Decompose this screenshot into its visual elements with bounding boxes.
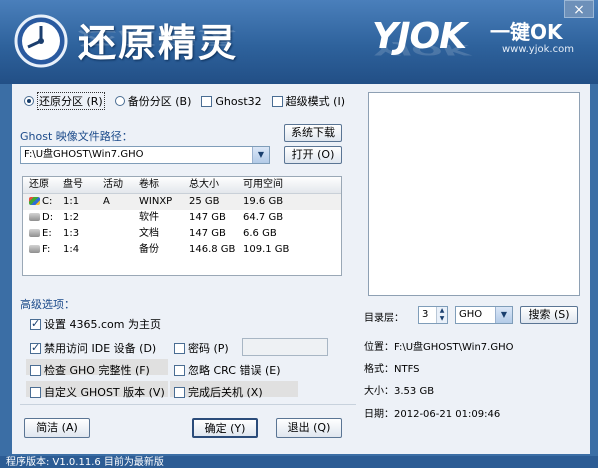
search-button[interactable]: 搜索 (S) bbox=[520, 306, 578, 324]
dir-level-value: 3 bbox=[422, 309, 429, 320]
file-date: 日期：2012-06-21 01:09:46 bbox=[364, 409, 501, 420]
checkbox-checked-icon bbox=[30, 341, 41, 354]
table-header: 还原 盘号 活动 卷标 总大小 可用空间 bbox=[23, 177, 341, 194]
disable-ide-checkbox[interactable]: 禁用访问 IDE 设备 (D) bbox=[30, 340, 156, 356]
spinner-arrows-icon[interactable]: ▲ ▼ bbox=[436, 307, 447, 323]
simple-mode-button[interactable]: 简洁 (A) bbox=[24, 418, 90, 438]
checkbox-unchecked-icon bbox=[271, 95, 283, 107]
checkbox-unchecked-icon bbox=[174, 342, 185, 354]
dir-level-label: 目录层： bbox=[364, 313, 404, 324]
app-title-reflection: 还原精灵 bbox=[78, 28, 239, 48]
table-row[interactable]: C: 1:1 A WINXP 25 GB 19.6 GB bbox=[23, 194, 341, 210]
image-path-label: Ghost 映像文件路径： bbox=[20, 130, 133, 143]
status-bar: 程序版本: V1.0.11.6 目前为最新版 bbox=[0, 456, 598, 468]
chevron-down-icon[interactable]: ▼ bbox=[252, 147, 269, 163]
clock-logo-icon bbox=[14, 14, 68, 68]
ok-button[interactable]: 确定 (Y) bbox=[192, 418, 258, 438]
file-type-combo[interactable]: GHO ▼ bbox=[455, 306, 513, 324]
partition-table: 还原 盘号 活动 卷标 总大小 可用空间 C: 1:1 A WINXP 25 G… bbox=[22, 176, 342, 276]
mode-options: 还原分区 (R) 备份分区 (B) Ghost32 超级模式 (I) bbox=[24, 92, 355, 110]
brand-url: www.yjok.com bbox=[502, 44, 574, 55]
password-input[interactable] bbox=[242, 338, 328, 356]
chevron-down-icon[interactable]: ▼ bbox=[495, 307, 512, 323]
windows-drive-icon bbox=[29, 197, 40, 205]
checkbox-unchecked-icon bbox=[174, 364, 185, 376]
checkbox-checked-icon bbox=[30, 317, 41, 330]
file-format: 格式：NTFS bbox=[364, 364, 420, 375]
shutdown-after-checkbox[interactable]: 完成后关机 (X) bbox=[174, 384, 263, 400]
system-download-button[interactable]: 系统下载 bbox=[284, 124, 342, 142]
checkbox-unchecked-icon bbox=[30, 386, 41, 398]
column-header[interactable]: 可用空间 bbox=[243, 177, 303, 193]
drive-icon bbox=[29, 229, 40, 237]
brand-logo-reflection: YJOK bbox=[372, 41, 470, 58]
file-size: 大小：3.53 GB bbox=[364, 386, 435, 397]
preview-box bbox=[368, 92, 580, 296]
open-button[interactable]: 打开 (O) bbox=[284, 146, 342, 164]
exit-button[interactable]: 退出 (Q) bbox=[276, 418, 342, 438]
backup-partition-radio[interactable]: 备份分区 (B) bbox=[114, 93, 191, 109]
column-header[interactable]: 还原 bbox=[23, 177, 63, 193]
radio-unchecked-icon bbox=[114, 96, 125, 106]
image-path-value: F:\U盘GHOST\Win7.GHO bbox=[24, 149, 144, 160]
column-header[interactable]: 卷标 bbox=[139, 177, 189, 193]
app-window: 还原精灵 还原精灵 YJOK YJOK 一键OK www.yjok.com × … bbox=[0, 0, 598, 468]
custom-ghost-version-checkbox[interactable]: 自定义 GHOST 版本 (V) bbox=[30, 384, 165, 400]
dir-level-spinner[interactable]: 3 ▲ ▼ bbox=[418, 306, 448, 324]
checkbox-unchecked-icon bbox=[201, 95, 213, 107]
drive-icon bbox=[29, 245, 40, 253]
password-checkbox[interactable]: 密码 (P) bbox=[174, 340, 229, 356]
checkbox-unchecked-icon bbox=[30, 364, 41, 376]
advanced-options-title: 高级选项： bbox=[20, 298, 75, 311]
drive-icon bbox=[29, 213, 40, 221]
header-banner: 还原精灵 还原精灵 YJOK YJOK 一键OK www.yjok.com × bbox=[0, 0, 598, 84]
brand-tagline: 一键OK bbox=[490, 20, 563, 44]
image-path-combo[interactable]: F:\U盘GHOST\Win7.GHO ▼ bbox=[20, 146, 270, 164]
ignore-crc-checkbox[interactable]: 忽略 CRC 错误 (E) bbox=[174, 362, 280, 378]
table-row[interactable]: F: 1:4 备份 146.8 GB 109.1 GB bbox=[23, 242, 341, 258]
column-header[interactable]: 总大小 bbox=[189, 177, 243, 193]
close-icon: × bbox=[573, 2, 585, 18]
restore-partition-radio[interactable]: 还原分区 (R) bbox=[24, 92, 105, 110]
radio-checked-icon bbox=[24, 96, 34, 106]
column-header[interactable]: 活动 bbox=[103, 177, 139, 193]
column-header[interactable]: 盘号 bbox=[63, 177, 103, 193]
table-row[interactable]: D: 1:2 软件 147 GB 64.7 GB bbox=[23, 210, 341, 226]
file-location: 位置：F:\U盘GHOST\Win7.GHO bbox=[364, 342, 514, 353]
divider bbox=[20, 404, 356, 405]
file-type-value: GHO bbox=[459, 309, 483, 320]
set-homepage-checkbox[interactable]: 设置 4365.com 为主页 bbox=[30, 316, 161, 332]
table-row[interactable]: E: 1:3 文档 147 GB 6.6 GB bbox=[23, 226, 341, 242]
main-panel: 还原分区 (R) 备份分区 (B) Ghost32 超级模式 (I) Ghost… bbox=[12, 84, 590, 454]
ghost32-checkbox[interactable]: Ghost32 bbox=[201, 95, 262, 108]
checkbox-unchecked-icon bbox=[174, 386, 185, 398]
check-gho-checkbox[interactable]: 检查 GHO 完整性 (F) bbox=[30, 362, 150, 378]
super-mode-checkbox[interactable]: 超级模式 (I) bbox=[271, 93, 345, 109]
close-button[interactable]: × bbox=[564, 0, 594, 18]
